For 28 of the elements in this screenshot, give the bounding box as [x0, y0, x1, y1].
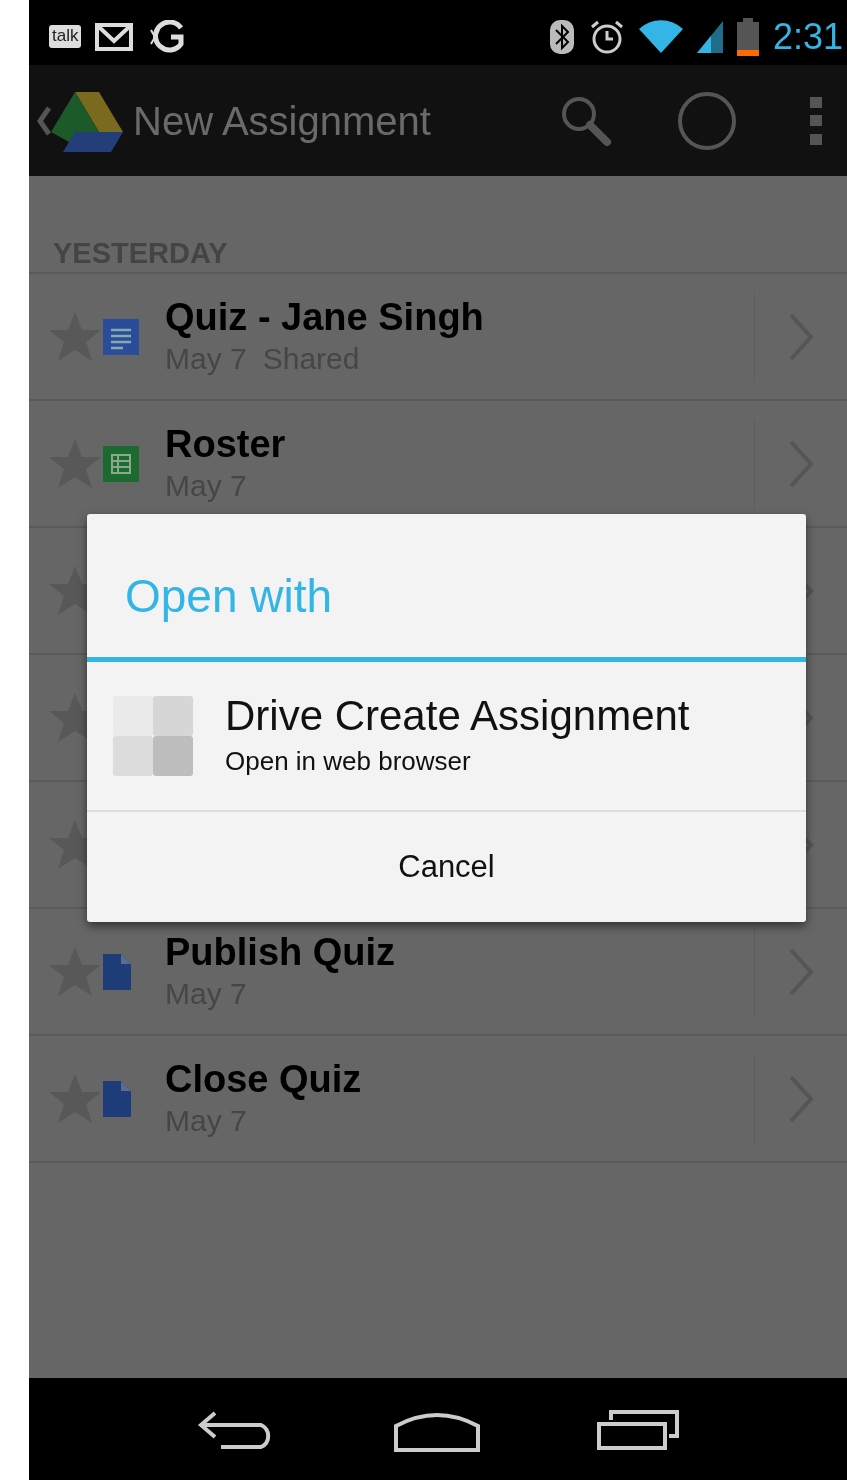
overflow-menu-icon[interactable]	[809, 96, 823, 145]
dialog-title: Open with	[87, 514, 806, 662]
drive-logo-icon	[51, 89, 123, 152]
mail-icon	[95, 22, 134, 51]
alarm-icon	[588, 18, 625, 55]
bluetooth-icon	[548, 18, 575, 55]
app-name: Drive Create Assignment	[225, 691, 690, 742]
talk-icon: talk	[49, 25, 82, 48]
document-icon	[103, 318, 139, 355]
file-title: Quiz - Jane Singh	[165, 295, 485, 340]
up-caret-icon[interactable]	[37, 105, 51, 136]
app-option[interactable]: Drive Create Assignment Open in web browser	[87, 662, 806, 812]
file-title: Roster	[165, 422, 287, 467]
signal-icon	[696, 20, 723, 53]
spreadsheet-icon	[103, 445, 139, 482]
app-description: Open in web browser	[225, 744, 472, 778]
clock-time: 2:31	[772, 18, 843, 55]
refresh-circle-icon[interactable]	[677, 90, 737, 151]
file-icon	[103, 953, 131, 990]
screen-title: New Assignment	[133, 97, 431, 145]
wifi-icon	[638, 19, 683, 54]
battery-icon	[736, 17, 759, 56]
file-title: Publish Quiz	[165, 930, 397, 975]
cancel-button[interactable]: Cancel	[87, 812, 806, 922]
file-icon	[103, 1080, 131, 1117]
file-title: Close Quiz	[165, 1057, 363, 1102]
app-icon	[113, 696, 193, 776]
recent-apps-icon[interactable]	[596, 1408, 679, 1450]
